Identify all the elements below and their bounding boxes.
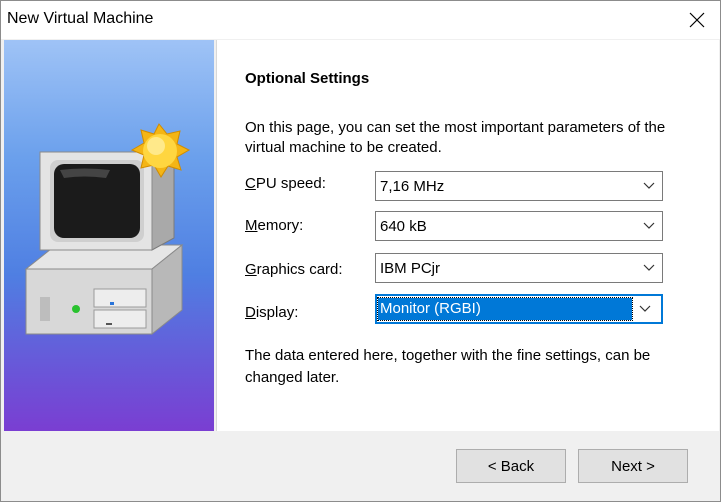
graphics-card-value: IBM PCjr (380, 259, 440, 277)
close-icon (689, 12, 705, 28)
chevron-down-icon (636, 172, 662, 200)
cpu-speed-value: 7,16 MHz (380, 177, 445, 195)
display-select[interactable]: Monitor (RGBI) (375, 294, 663, 324)
next-button[interactable]: Next > (578, 449, 688, 483)
wizard-banner (4, 40, 214, 431)
graphics-card-label: Graphics card: (245, 261, 343, 278)
page-title: Optional Settings (245, 70, 370, 87)
close-button[interactable] (674, 1, 720, 39)
chevron-down-icon (636, 212, 662, 240)
intro-text: On this page, you can set the most impor… (245, 119, 666, 156)
chevron-down-icon (636, 254, 662, 282)
title-bar: New Virtual Machine (1, 1, 720, 39)
cpu-speed-label: CPU speed: (245, 175, 326, 192)
window-title: New Virtual Machine (7, 10, 154, 27)
memory-value: 640 kB (380, 217, 427, 235)
chevron-down-icon (632, 296, 658, 322)
memory-select[interactable]: 640 kB (375, 211, 663, 241)
settings-panel: Optional Settings On this page, you can … (216, 40, 719, 431)
cpu-speed-select[interactable]: 7,16 MHz (375, 171, 663, 201)
memory-label: Memory: (245, 217, 304, 234)
outro-text: The data entered here, together with the… (245, 347, 651, 386)
display-label: Display: (245, 304, 299, 321)
display-value: Monitor (RGBI) (377, 297, 633, 321)
back-button[interactable]: < Back (456, 449, 566, 483)
dialog-window: New Virtual Machine Optional Settings On… (0, 0, 721, 502)
graphics-card-select[interactable]: IBM PCjr (375, 253, 663, 283)
